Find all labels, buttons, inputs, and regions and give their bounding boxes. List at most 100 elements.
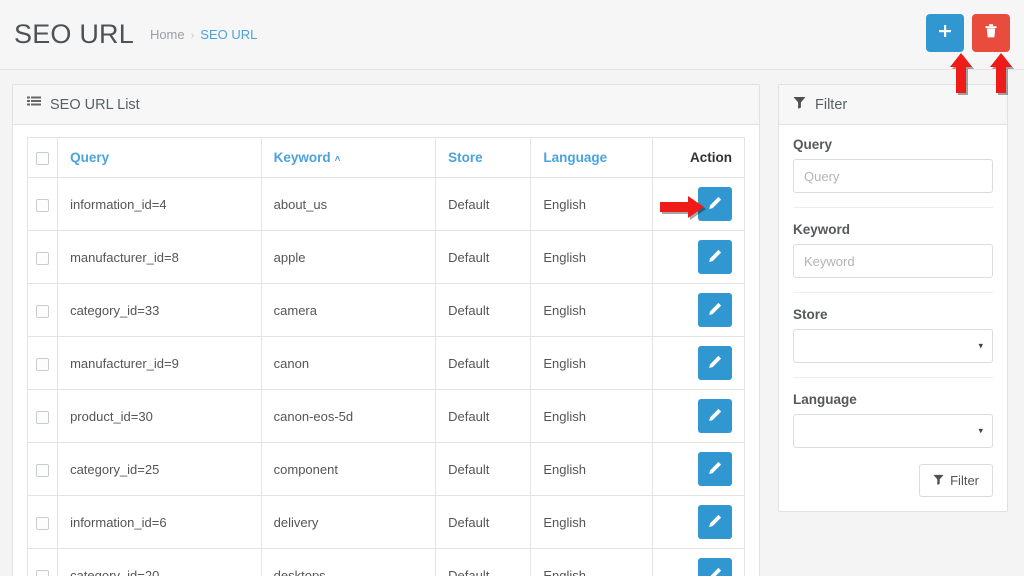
- filter-store-select[interactable]: [793, 329, 993, 363]
- filter-store-select-wrap: ▾: [793, 329, 993, 363]
- header-actions: [926, 14, 1010, 52]
- page-title: SEO URL: [14, 19, 134, 49]
- row-checkbox[interactable]: [36, 251, 50, 265]
- edit-button[interactable]: [698, 558, 732, 576]
- column-header-keyword[interactable]: Keyword ˄: [260, 137, 437, 178]
- breadcrumb-separator: ›: [190, 30, 195, 42]
- filter-store-label: Store: [793, 307, 828, 322]
- filter-language-label: Language: [793, 392, 857, 407]
- row-checkbox[interactable]: [36, 569, 50, 576]
- funnel-icon: [793, 96, 806, 113]
- pencil-icon: [708, 249, 722, 266]
- row-cell-language: English: [530, 495, 653, 549]
- column-header-store-label: Store: [448, 150, 483, 165]
- edit-button[interactable]: [698, 505, 732, 539]
- row-action-cell: [651, 283, 746, 337]
- column-header-store[interactable]: Store: [435, 137, 532, 178]
- row-cell-keyword: apple: [260, 230, 437, 284]
- filter-group-keyword: Keyword: [793, 207, 993, 292]
- filter-keyword-label: Keyword: [793, 222, 851, 237]
- edit-button[interactable]: [698, 293, 732, 327]
- funnel-icon: [933, 473, 944, 488]
- row-select-cell: [26, 336, 59, 390]
- row-checkbox[interactable]: [36, 304, 50, 318]
- filter-submit-button[interactable]: Filter: [919, 464, 993, 497]
- table-body: information_id=4 about_us Default English ma…: [26, 177, 746, 576]
- filter-keyword-input[interactable]: [793, 244, 993, 278]
- column-header-action: Action: [651, 137, 746, 178]
- row-cell-store: Default: [435, 389, 532, 443]
- row-cell-keyword: about_us: [260, 177, 437, 231]
- row-select-cell: [26, 442, 59, 496]
- row-cell-language: English: [530, 283, 653, 337]
- row-cell-store: Default: [435, 230, 532, 284]
- row-cell-language: English: [530, 230, 653, 284]
- table-row: information_id=6 delivery Default English: [26, 495, 746, 549]
- row-select-cell: [26, 230, 59, 284]
- filter-submit-label: Filter: [950, 473, 979, 488]
- filter-language-select-wrap: ▾: [793, 414, 993, 448]
- filter-group-store: Store ▾: [793, 292, 993, 377]
- row-checkbox[interactable]: [36, 410, 50, 424]
- row-cell-store: Default: [435, 442, 532, 496]
- column-header-action-label: Action: [690, 150, 732, 165]
- edit-button[interactable]: [698, 399, 732, 433]
- filter-query-input[interactable]: [793, 159, 993, 193]
- column-header-language-label: Language: [543, 150, 608, 165]
- breadcrumb-home-link[interactable]: Home: [150, 27, 185, 42]
- edit-button[interactable]: [698, 240, 732, 274]
- column-header-keyword-label: Keyword: [273, 150, 331, 165]
- row-cell-query: manufacturer_id=9: [57, 336, 262, 390]
- row-cell-language: English: [530, 548, 653, 576]
- row-checkbox[interactable]: [36, 357, 50, 371]
- row-cell-keyword: canon: [260, 336, 437, 390]
- row-cell-keyword: component: [260, 442, 437, 496]
- list-panel-body: Query Keyword ˄ Store Language Action in…: [13, 125, 759, 576]
- row-checkbox[interactable]: [36, 516, 50, 530]
- pencil-icon: [708, 302, 722, 319]
- row-action-cell: [651, 548, 746, 576]
- column-header-query[interactable]: Query: [57, 137, 262, 178]
- sort-ascending-icon: ˄: [334, 154, 341, 165]
- row-cell-query: information_id=4: [57, 177, 262, 231]
- row-checkbox[interactable]: [36, 463, 50, 477]
- row-select-cell: [26, 283, 59, 337]
- table-row: information_id=4 about_us Default English: [26, 177, 746, 231]
- list-panel-heading: SEO URL List: [13, 85, 759, 125]
- table-head: Query Keyword ˄ Store Language Action: [26, 137, 746, 178]
- row-cell-language: English: [530, 177, 653, 231]
- pencil-icon: [708, 196, 722, 213]
- select-all-checkbox[interactable]: [36, 151, 50, 165]
- row-cell-query: information_id=6: [57, 495, 262, 549]
- column-header-language[interactable]: Language: [530, 137, 653, 178]
- delete-button[interactable]: [972, 14, 1010, 52]
- filter-group-query: Query: [793, 137, 993, 207]
- filter-language-select[interactable]: [793, 414, 993, 448]
- list-icon: [27, 96, 41, 113]
- table-header-row: Query Keyword ˄ Store Language Action: [26, 137, 746, 178]
- table-row: manufacturer_id=8 apple Default English: [26, 230, 746, 284]
- row-select-cell: [26, 389, 59, 443]
- row-cell-query: category_id=20: [57, 548, 262, 576]
- edit-button[interactable]: [698, 346, 732, 380]
- filter-panel-title: Filter: [815, 96, 848, 113]
- edit-button[interactable]: [698, 187, 732, 221]
- row-checkbox[interactable]: [36, 198, 50, 212]
- add-new-button[interactable]: [926, 14, 964, 52]
- plus-icon: [938, 24, 952, 42]
- row-cell-query: category_id=33: [57, 283, 262, 337]
- edit-button[interactable]: [698, 452, 732, 486]
- filter-panel-heading: Filter: [779, 85, 1007, 125]
- filter-actions: Filter: [793, 462, 993, 511]
- page-header: SEO URL Home › SEO URL: [0, 0, 1024, 70]
- filter-panel-body: Query Keyword Store ▾ Language: [779, 125, 1007, 511]
- pencil-icon: [708, 461, 722, 478]
- row-cell-keyword: delivery: [260, 495, 437, 549]
- row-select-cell: [26, 548, 59, 576]
- trash-icon: [984, 23, 998, 43]
- breadcrumb-current[interactable]: SEO URL: [200, 27, 257, 42]
- row-cell-store: Default: [435, 283, 532, 337]
- row-cell-query: category_id=25: [57, 442, 262, 496]
- column-header-query-label: Query: [70, 150, 110, 165]
- row-cell-store: Default: [435, 495, 532, 549]
